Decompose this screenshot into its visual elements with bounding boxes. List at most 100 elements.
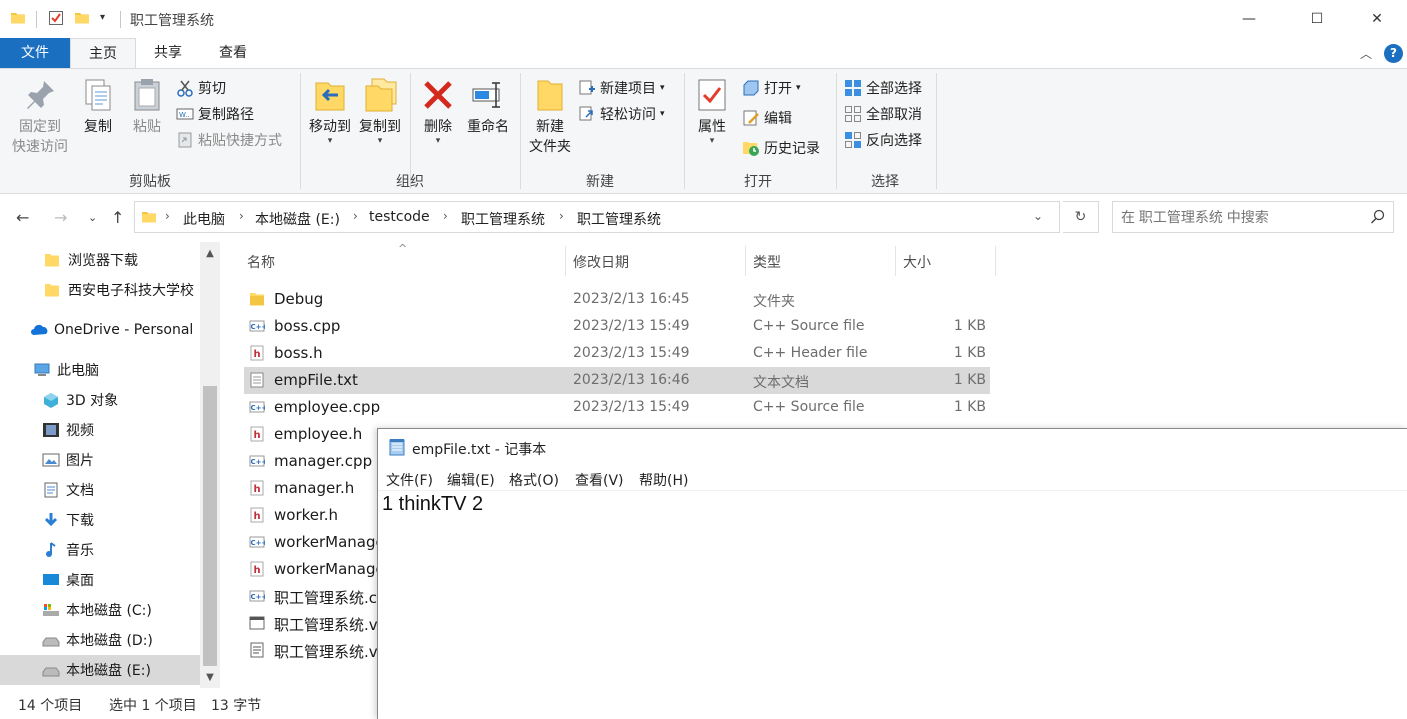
nav-item-music[interactable]: 音乐 [0, 535, 200, 565]
file-row[interactable]: C++ employee.cpp 2023/2/13 15:49 C++ Source… [244, 394, 990, 421]
file-row[interactable]: h boss.h 2023/2/13 15:49 C++ Header file 1 K… [244, 340, 990, 367]
nav-item-videos[interactable]: 视频 [0, 415, 200, 445]
copy-button[interactable]: 复制 [78, 77, 118, 137]
new-folder-quick-icon[interactable] [74, 10, 90, 30]
svg-text:h: h [254, 349, 261, 360]
file-name: employee.cpp [274, 398, 381, 416]
maximize-button[interactable]: ☐ [1294, 0, 1340, 38]
onedrive-icon [30, 322, 48, 338]
forward-arrow-icon[interactable]: → [54, 208, 67, 227]
properties-button[interactable]: 属性 ▾ [692, 77, 732, 146]
edit-button[interactable]: 编辑 [742, 107, 792, 129]
minimize-button[interactable]: — [1226, 0, 1272, 38]
nav-item-pictures[interactable]: 图片 [0, 445, 200, 475]
file-row[interactable]: empFile.txt 2023/2/13 16:46 文本文档 1 KB [244, 367, 990, 394]
invert-selection-button[interactable]: 反向选择 [844, 129, 922, 151]
column-header-date[interactable]: 修改日期 [573, 252, 629, 272]
notepad-title-bar[interactable]: empFile.txt - 记事本 [378, 429, 1407, 465]
breadcrumb-separator[interactable]: › [239, 209, 244, 223]
breadcrumb-separator[interactable]: › [165, 209, 170, 223]
delete-button[interactable]: 删除 ▾ [418, 77, 458, 146]
file-type: 文本文档 [753, 375, 809, 391]
nav-item-documents[interactable]: 文档 [0, 475, 200, 505]
scroll-up-icon[interactable]: ▲ [200, 248, 220, 259]
scroll-thumb[interactable] [203, 386, 217, 666]
open-icon [742, 79, 760, 97]
breadcrumb-separator[interactable]: › [443, 209, 448, 223]
paste-button[interactable]: 粘贴 [126, 77, 168, 137]
breadcrumb-testcode[interactable]: testcode [369, 209, 430, 225]
nav-item-drive-e[interactable]: 本地磁盘 (E:) [0, 655, 200, 685]
nav-item-drive-c[interactable]: 本地磁盘 (C:) [0, 595, 200, 625]
nav-item-downloads[interactable]: 下载 [0, 505, 200, 535]
column-header-size[interactable]: 大小 [903, 252, 931, 272]
menu-edit[interactable]: 编辑(E) [447, 470, 495, 490]
breadcrumb-separator[interactable]: › [559, 209, 564, 223]
search-icon[interactable] [1370, 209, 1385, 228]
breadcrumb-project-sub[interactable]: 职工管理系统 [577, 209, 661, 229]
nav-item-desktop[interactable]: 桌面 [0, 565, 200, 595]
up-arrow-icon[interactable]: ↑ [111, 208, 124, 227]
back-arrow-icon[interactable]: ← [16, 208, 29, 227]
nav-item-onedrive[interactable]: OneDrive - Personal [0, 315, 200, 345]
breadcrumb-separator[interactable]: › [353, 209, 358, 223]
move-to-button[interactable]: 移动到 ▾ [306, 77, 354, 146]
paste-shortcut-button[interactable]: 粘贴快捷方式 [176, 129, 282, 151]
file-row[interactable]: C++ boss.cpp 2023/2/13 15:49 C++ Source fil… [244, 313, 990, 340]
customize-quick-access-icon[interactable]: ▾ [100, 12, 105, 23]
menu-view[interactable]: 查看(V) [575, 470, 624, 490]
collapse-ribbon-icon[interactable]: ︿ [1360, 45, 1372, 62]
file-type: 文件夹 [753, 294, 795, 310]
nav-item-3d-objects[interactable]: 3D 对象 [0, 385, 200, 415]
history-button[interactable]: 历史记录 [742, 137, 820, 159]
refresh-icon: ↻ [1074, 209, 1087, 225]
file-date: 2023/2/13 16:45 [573, 291, 690, 307]
breadcrumb-project[interactable]: 职工管理系统 [461, 209, 545, 229]
column-header-type[interactable]: 类型 [753, 252, 781, 272]
notepad-icon [388, 438, 406, 460]
new-item-button[interactable]: 新建项目 ▾ [578, 77, 665, 99]
tab-view[interactable]: 查看 [200, 38, 266, 68]
pin-to-quick-access-button[interactable]: 固定到 快速访问 [6, 77, 74, 157]
rename-button[interactable]: 重命名 [464, 77, 512, 137]
file-size: 1 KB [953, 318, 986, 334]
open-button[interactable]: 打开 ▾ [742, 77, 801, 99]
breadcrumb-drive-e[interactable]: 本地磁盘 (E:) [255, 209, 340, 229]
properties-quick-icon[interactable] [48, 10, 64, 30]
copy-path-button[interactable]: W.. 复制路径 [176, 103, 254, 125]
nav-item-this-pc[interactable]: 此电脑 [0, 355, 200, 385]
file-row[interactable]: Debug 2023/2/13 16:45 文件夹 [244, 286, 990, 313]
address-bar[interactable]: › 此电脑 › 本地磁盘 (E:) › testcode › 职工管理系统 › … [134, 201, 1060, 233]
nav-item-browser-downloads[interactable]: 浏览器下载 [0, 245, 200, 275]
svg-text:C++: C++ [251, 539, 266, 547]
new-folder-button[interactable]: 新建 文件夹 [526, 77, 574, 157]
scroll-down-icon[interactable]: ▼ [200, 672, 220, 683]
copy-to-button[interactable]: 复制到 ▾ [356, 77, 404, 146]
select-none-button[interactable]: 全部取消 [844, 103, 922, 125]
easy-access-button[interactable]: 轻松访问 ▾ [578, 103, 665, 125]
refresh-button[interactable]: ↻ [1063, 201, 1099, 233]
select-all-button[interactable]: 全部选择 [844, 77, 922, 99]
nav-item-xidian-folder[interactable]: 西安电子科技大学校 [0, 275, 200, 305]
cut-button[interactable]: 剪切 [176, 77, 226, 99]
notepad-text-area[interactable]: 1 thinkTV 2 [382, 493, 483, 516]
svg-text:C++: C++ [251, 458, 266, 466]
nav-item-drive-d[interactable]: 本地磁盘 (D:) [0, 625, 200, 655]
search-box[interactable] [1112, 201, 1394, 233]
address-history-chevron-icon[interactable]: ⌄ [1033, 209, 1043, 223]
tab-share[interactable]: 共享 [136, 38, 200, 68]
menu-format[interactable]: 格式(O) [509, 470, 559, 490]
recent-locations-chevron-icon[interactable]: ⌄ [88, 211, 97, 224]
move-to-dropdown-icon: ▾ [327, 136, 333, 146]
search-input[interactable] [1121, 202, 1361, 232]
close-button[interactable]: ✕ [1354, 0, 1400, 38]
breadcrumb-this-pc[interactable]: 此电脑 [183, 209, 225, 229]
menu-help[interactable]: 帮助(H) [639, 470, 688, 490]
column-header-name[interactable]: 名称 [247, 252, 275, 272]
tab-home[interactable]: 主页 [70, 38, 136, 69]
menu-file[interactable]: 文件(F) [386, 470, 433, 490]
3d-objects-icon [42, 392, 60, 408]
tab-file[interactable]: 文件 [0, 38, 70, 68]
nav-pane-scrollbar[interactable]: ▲ ▼ [200, 242, 220, 688]
help-icon[interactable]: ? [1384, 44, 1403, 63]
